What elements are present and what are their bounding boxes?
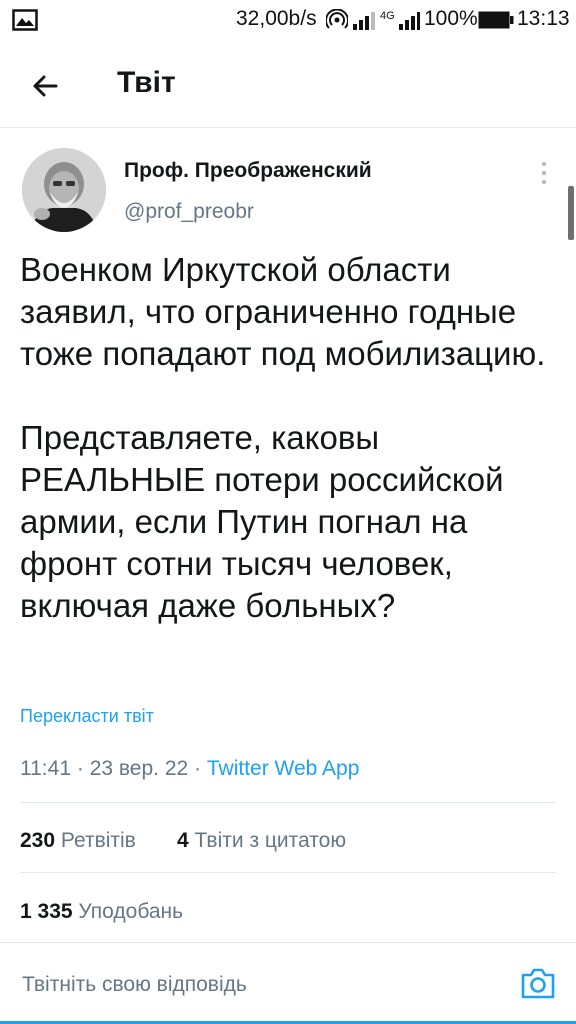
translate-tweet-link[interactable]: Перекласти твіт [20,706,154,727]
retweets-count: 230 [20,829,56,852]
tweet-meta: 11:41 · 23 вер. 22 · Twitter Web App [20,757,359,781]
battery-percent: 100% [424,7,478,30]
gallery-icon [12,9,38,31]
quotes-label: Твіти з цитатою [194,829,347,852]
header-divider [0,127,576,128]
page-title: Твіт [117,66,176,99]
tweet-paragraph: Представляете, каковы РЕАЛЬНЫЕ потери ро… [20,419,504,624]
network-speed: 32,00b/s [236,7,317,30]
battery-icon [478,11,514,29]
meta-separator: · [76,757,84,780]
avatar[interactable] [22,148,106,232]
meta-divider [20,802,556,803]
likes-count: 1 335 [20,900,73,923]
meta-separator: · [194,757,202,780]
author-name[interactable]: Проф. Преображенский [124,159,372,183]
camera-icon[interactable] [519,964,557,1002]
more-options-icon[interactable] [536,160,552,188]
tweet-text: Военком Иркутской области заявил, что ог… [20,249,560,627]
signal-icon [353,12,375,30]
retweets-stat[interactable]: 230 Ретвітів [20,829,136,853]
tweet-date: 23 вер. 22 [89,757,189,780]
avatar-photo [22,148,106,232]
scrollbar[interactable] [568,186,574,240]
status-bar: 32,00b/s 4G 100% 13:13 [0,0,576,40]
stats-divider [20,872,556,873]
likes-label: Уподобань [78,900,184,923]
app-header [0,50,576,128]
author-handle[interactable]: @prof_preobr [124,200,254,224]
signal-4g-icon [399,12,420,30]
tweet-source-link[interactable]: Twitter Web App [207,757,360,780]
tweet-paragraph: Военком Иркутской области заявил, что ог… [20,251,546,372]
quote-tweets-stat[interactable]: 4 Твіти з цитатою [177,829,346,853]
back-arrow-icon[interactable] [30,70,62,102]
hotspot-icon [326,9,348,29]
tweet-time: 11:41 [20,757,71,780]
retweets-label: Ретвітів [60,829,136,852]
clock: 13:13 [517,7,570,30]
quotes-count: 4 [177,829,189,852]
likes-stat[interactable]: 1 335 Уподобань [20,900,183,924]
network-type: 4G [380,10,395,22]
reply-input[interactable]: Твітніть свою відповідь [22,973,247,997]
